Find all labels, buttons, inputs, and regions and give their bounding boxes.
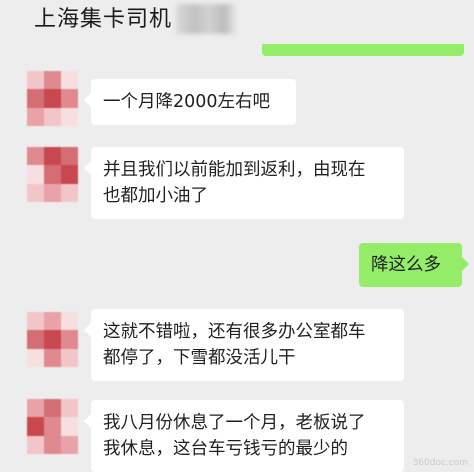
previous-outgoing-message[interactable] [262,44,464,56]
contact-avatar[interactable] [27,399,78,454]
message-text: 一个月降2000左右吧 [103,92,271,112]
contact-avatar[interactable] [27,147,78,202]
message-text-line: 我八月份休息了一个月，老板说了 [103,413,366,433]
chat-header: 上海集卡司机 [0,0,474,36]
message-bubble[interactable]: 我八月份休息了一个月，老板说了 我休息，这台车亏钱亏的最少的 [84,400,404,472]
watermark: 360doc.com [412,458,468,468]
message-text-line: 我休息，这台车亏钱亏的最少的 [103,439,348,459]
contact-avatar[interactable] [27,312,78,367]
message-text-line: 并且我们以前能加到返利，由现在 [103,160,366,180]
blurred-title-suffix [176,4,236,34]
message-text-line: 也都加小油了 [103,186,208,206]
message-text-line: 都停了，下雪都没活儿干 [103,348,296,368]
message-bubble[interactable]: 这就不错啦，还有很多办公室都车 都停了，下雪都没活儿干 [84,309,404,381]
message-text: 降这么多 [371,255,441,275]
chat-title: 上海集卡司机 [34,7,173,32]
outgoing-message-bubble[interactable]: 降这么多 [359,243,469,287]
contact-avatar[interactable] [27,71,78,126]
message-bubble[interactable]: 并且我们以前能加到返利，由现在 也都加小油了 [84,147,404,219]
message-bubble[interactable]: 一个月降2000左右吧 [84,79,296,125]
message-text-line: 这就不错啦，还有很多办公室都车 [103,322,366,342]
